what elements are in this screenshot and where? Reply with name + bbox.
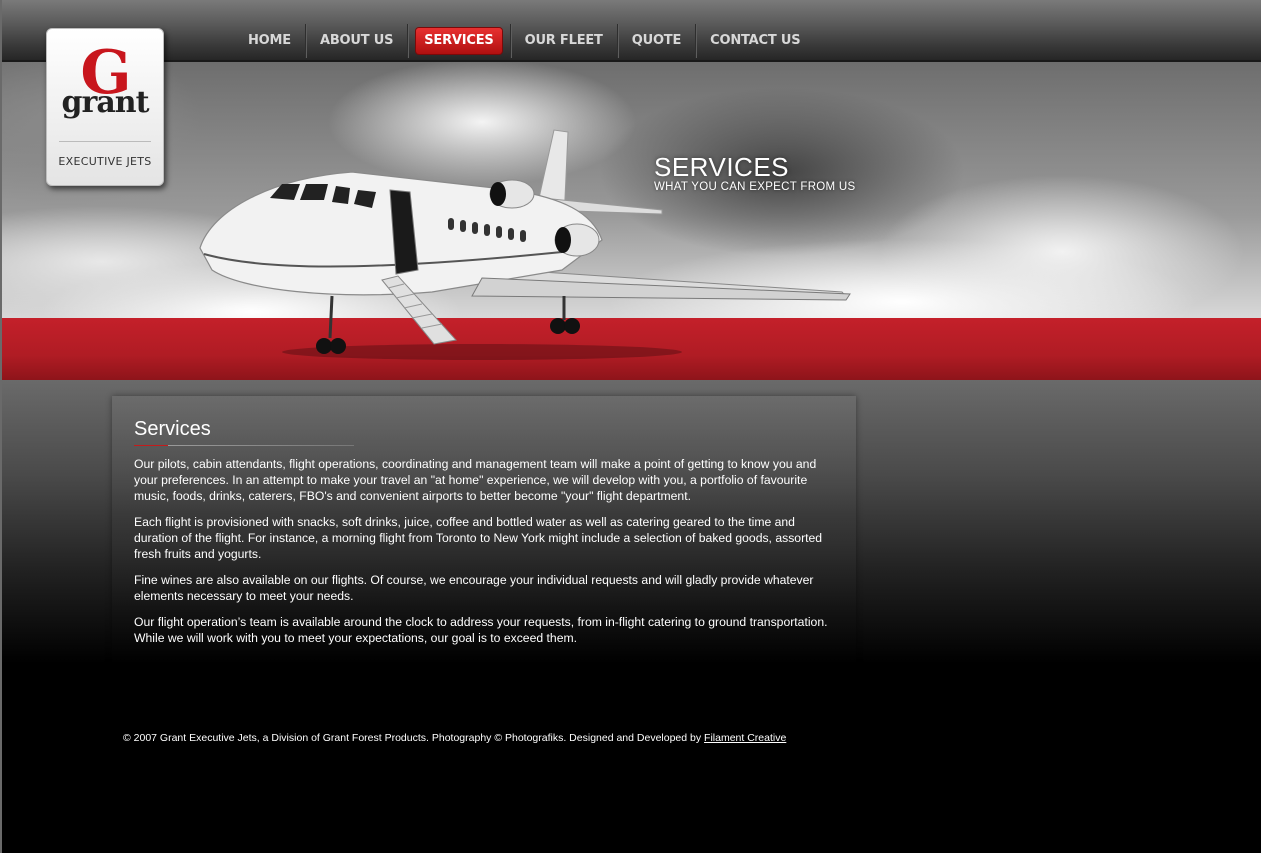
nav-contact-us[interactable]: CONTACT US	[696, 24, 814, 58]
footer-text: © 2007 Grant Executive Jets, a Division …	[123, 732, 705, 744]
main-navigation: HOME ABOUT US SERVICES OUR FLEET QUOTE C…	[234, 24, 814, 58]
nav-about-us[interactable]: ABOUT US	[306, 24, 409, 58]
nav-home[interactable]: HOME	[234, 24, 306, 58]
logo-tagline: EXECUTIVE JETS	[58, 155, 152, 168]
title-underline	[134, 445, 354, 446]
paragraph-3: Fine wines are also available on our fli…	[134, 573, 814, 603]
paragraph-2: Each flight is provisioned with snacks, …	[134, 515, 823, 561]
nav-our-fleet[interactable]: OUR FLEET	[511, 24, 618, 58]
grant-logo[interactable]: G grant EXECUTIVE JETS	[46, 28, 164, 186]
logo-divider	[59, 141, 151, 142]
paragraph-1: Our pilots, cabin attendants, flight ope…	[134, 457, 817, 503]
nav-services[interactable]: SERVICES	[408, 24, 511, 58]
footer-credit-link[interactable]: Filament Creative	[704, 732, 786, 744]
logo-wordmark: grant	[61, 85, 150, 120]
hero-title: SERVICES	[654, 152, 790, 182]
top-nav-bar: HOME ABOUT US SERVICES OUR FLEET QUOTE C…	[2, 0, 1261, 62]
content-title: Services	[134, 418, 211, 440]
paragraph-4: Our flight operation’s team is available…	[134, 615, 828, 645]
nav-quote[interactable]: QUOTE	[618, 24, 697, 58]
hero-subtitle: WHAT YOU CAN EXPECT FROM US	[654, 181, 856, 193]
footer: © 2007 Grant Executive Jets, a Division …	[123, 732, 786, 744]
